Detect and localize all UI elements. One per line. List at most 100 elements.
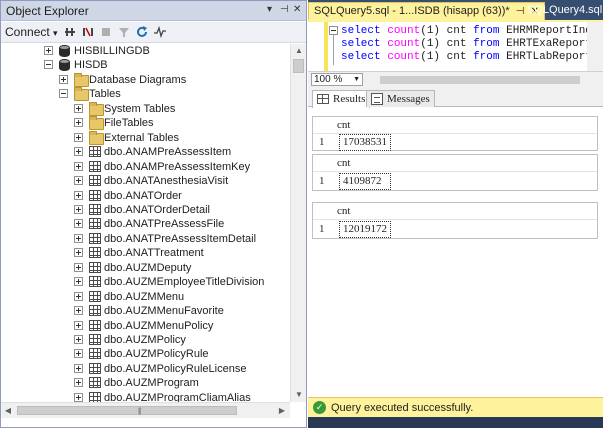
result-grid[interactable]: cnt 1 12019172	[312, 202, 598, 239]
tab-sqlquery5[interactable]: SQLQuery5.sql - 1...ISDB (hisapp (63))* …	[308, 2, 545, 20]
collapse-icon[interactable]	[44, 60, 53, 70]
tree-node[interactable]: dbo.ANATPreAssessItemDetail	[1, 232, 290, 246]
tree-node[interactable]: HISBILLINGDB	[1, 44, 290, 58]
tree-node-label: dbo.ANAMPreAssessItemKey	[104, 160, 251, 173]
row-number[interactable]: 1	[319, 136, 325, 148]
filter-icon[interactable]	[117, 25, 131, 39]
expand-icon[interactable]	[74, 277, 83, 287]
tab-messages[interactable]: Messages	[366, 90, 435, 107]
tree-node[interactable]: Tables	[1, 87, 290, 102]
tree-node-label: dbo.AUZMMenuFavorite	[104, 305, 224, 318]
column-header[interactable]: cnt	[337, 119, 350, 131]
expand-icon[interactable]	[74, 363, 83, 373]
table-icon	[89, 261, 101, 273]
refresh-icon[interactable]	[135, 25, 149, 39]
panel-dropdown-icon[interactable]: ▾	[267, 4, 272, 15]
column-header[interactable]: cnt	[337, 157, 350, 169]
sql-function: count	[387, 25, 421, 37]
tree-node[interactable]: HISDB	[1, 58, 290, 72]
editor-hscroll-thumb[interactable]	[380, 76, 580, 84]
tree-node[interactable]: dbo.ANATTreatment	[1, 246, 290, 260]
tree-node[interactable]: dbo.AUZMPolicyRule	[1, 347, 290, 361]
scroll-up-icon[interactable]: ▲	[291, 44, 307, 58]
tree-node[interactable]: dbo.AUZMMenu	[1, 290, 290, 304]
scroll-right-icon[interactable]: ▶	[275, 403, 289, 419]
expand-icon[interactable]	[74, 190, 83, 200]
tree-node[interactable]: dbo.ANATAnesthesiaVisit	[1, 174, 290, 188]
expand-icon[interactable]	[74, 147, 83, 157]
expand-icon[interactable]	[74, 335, 83, 344]
scroll-left-icon[interactable]: ◀	[1, 403, 15, 419]
tree-node[interactable]: dbo.AUZMMenuFavorite	[1, 304, 290, 318]
expand-icon[interactable]	[74, 132, 83, 142]
scroll-down-icon[interactable]: ▼	[291, 388, 307, 402]
table-icon	[89, 160, 101, 172]
tab-sqlquery4[interactable]: SQLQuery4.sql -	[522, 2, 603, 20]
editor-scrollbar[interactable]	[587, 22, 603, 71]
connect-object-explorer-icon[interactable]	[63, 25, 77, 39]
tree-node[interactable]: Database Diagrams	[1, 72, 290, 87]
tree-node-label: dbo.AUZMEmployeeTitleDivision	[104, 276, 265, 289]
scroll-thumb[interactable]	[293, 59, 304, 73]
tree-node[interactable]: dbo.AUZMDeputy	[1, 261, 290, 275]
hscroll-thumb[interactable]: |||	[17, 406, 237, 415]
result-cell[interactable]: 12019172	[339, 221, 391, 238]
expand-icon[interactable]	[44, 46, 53, 55]
tree-node[interactable]: System Tables	[1, 101, 290, 116]
tree-vertical-scrollbar[interactable]: ▲ ▼	[290, 44, 306, 402]
expand-icon[interactable]	[74, 306, 83, 316]
tree-horizontal-scrollbar[interactable]: ◀ ||| ▶	[1, 402, 290, 418]
tree-node[interactable]: dbo.ANAMPreAssessItem	[1, 145, 290, 159]
tree-node-label: dbo.AUZMPolicyRuleLicense	[104, 362, 247, 375]
expand-icon[interactable]	[74, 320, 83, 330]
object-explorer-titlebar: Object Explorer ▾ ⊣ ✕	[1, 1, 306, 21]
disconnect-icon[interactable]	[81, 25, 95, 39]
tree-node[interactable]: External Tables	[1, 130, 290, 145]
expand-icon[interactable]	[74, 233, 83, 243]
expand-icon[interactable]	[74, 204, 83, 214]
expand-icon[interactable]	[74, 219, 83, 229]
activity-monitor-icon[interactable]	[153, 25, 167, 39]
collapse-icon[interactable]	[59, 89, 68, 99]
connect-button[interactable]: Connect ▾	[5, 25, 58, 39]
column-header[interactable]: cnt	[337, 205, 350, 217]
table-icon	[89, 189, 101, 201]
result-grid[interactable]: cnt 1 17038531	[312, 116, 598, 151]
pin-icon[interactable]: ⊣	[280, 4, 289, 15]
stop-icon[interactable]	[99, 25, 113, 39]
expand-icon[interactable]	[74, 176, 83, 186]
tab-results[interactable]: Results	[312, 90, 371, 108]
expand-icon[interactable]	[74, 262, 83, 272]
tree-node[interactable]: FileTables	[1, 116, 290, 131]
tree-node[interactable]: dbo.AUZMProgram	[1, 376, 290, 390]
close-icon[interactable]: ✕	[293, 4, 301, 15]
collapse-icon[interactable]	[329, 26, 338, 35]
result-cell[interactable]: 4109872	[339, 173, 391, 190]
row-number[interactable]: 1	[319, 175, 325, 187]
zoom-select[interactable]: 100 % ▼	[311, 73, 363, 86]
tree-node[interactable]: dbo.AUZMMenuPolicy	[1, 319, 290, 333]
expand-icon[interactable]	[74, 392, 83, 402]
tree-node[interactable]: dbo.ANATOrderDetail	[1, 203, 290, 217]
expand-icon[interactable]	[74, 103, 83, 113]
row-number[interactable]: 1	[319, 223, 325, 235]
sql-editor[interactable]: select count(1) cnt from EHRMReportIndex…	[308, 20, 603, 71]
expand-icon[interactable]	[74, 161, 83, 171]
expand-icon[interactable]	[74, 378, 83, 388]
expand-icon[interactable]	[59, 74, 68, 84]
tree-node[interactable]: dbo.AUZMEmployeeTitleDivision	[1, 275, 290, 289]
expand-icon[interactable]	[74, 248, 83, 258]
tree-node[interactable]: dbo.AUZMPolicy	[1, 333, 290, 347]
table-icon	[89, 290, 101, 302]
expand-icon[interactable]	[74, 118, 83, 128]
tree-node[interactable]: dbo.ANAMPreAssessItemKey	[1, 160, 290, 174]
query-window: SQLQuery5.sql - 1...ISDB (hisapp (63))* …	[308, 0, 603, 428]
result-cell[interactable]: 17038531	[339, 134, 391, 151]
tree-node[interactable]: dbo.AUZMPolicyRuleLicense	[1, 362, 290, 376]
result-grid[interactable]: cnt 1 4109872	[312, 154, 598, 191]
tree-node[interactable]: dbo.AUZMProgramCliamAlias	[1, 391, 290, 402]
expand-icon[interactable]	[74, 349, 83, 359]
tree-node[interactable]: dbo.ANATPreAssessFile	[1, 217, 290, 231]
expand-icon[interactable]	[74, 291, 83, 301]
tree-node[interactable]: dbo.ANATOrder	[1, 189, 290, 203]
